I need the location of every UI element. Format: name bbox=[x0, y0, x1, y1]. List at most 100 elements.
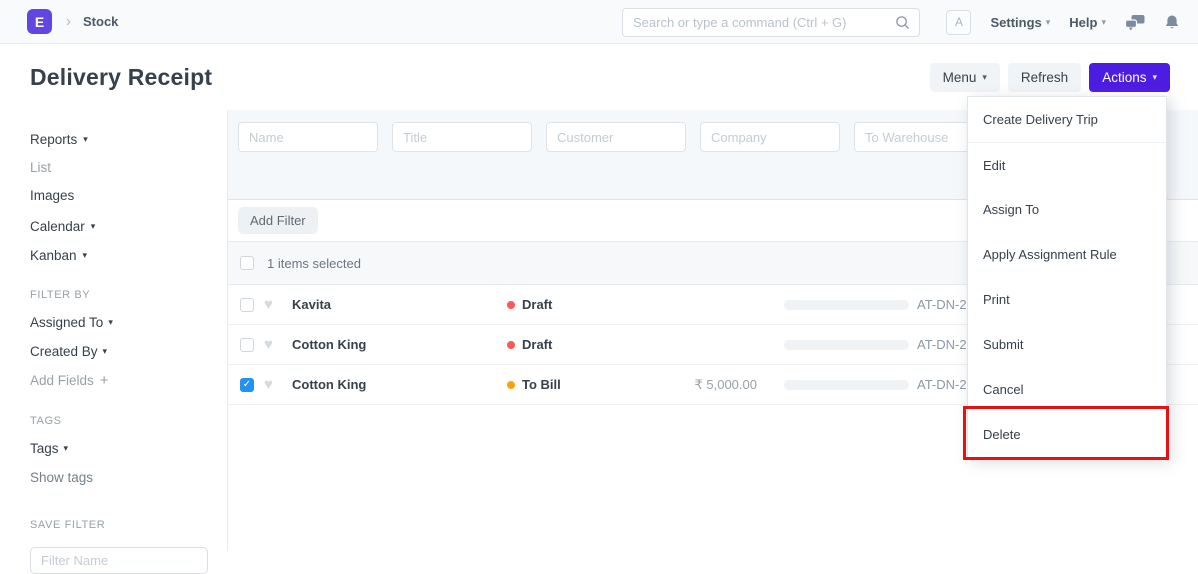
chevron-down-icon: ▾ bbox=[1045, 16, 1051, 27]
menu-item-apply-assignment-rule[interactable]: Apply Assignment Rule bbox=[968, 232, 1166, 277]
row-amount: ₹ 5,000.00 bbox=[694, 376, 758, 392]
breadcrumb[interactable]: Stock bbox=[83, 14, 118, 29]
menu-item-delete[interactable]: Delete bbox=[968, 412, 1166, 457]
list-label: List bbox=[30, 160, 52, 175]
actions-button-label: Actions bbox=[1102, 70, 1147, 85]
progress-bar[interactable] bbox=[784, 339, 909, 350]
status-dot-icon bbox=[507, 300, 515, 309]
tags-section-label: TAGS bbox=[30, 415, 62, 427]
chevron-down-icon: ▾ bbox=[63, 443, 69, 453]
menu-item-submit[interactable]: Submit bbox=[968, 322, 1166, 367]
global-search[interactable] bbox=[622, 8, 920, 37]
add-fields-label: Add Fields bbox=[30, 373, 94, 388]
row-checkbox[interactable]: ✓ bbox=[240, 377, 254, 392]
kanban-label: Kanban bbox=[30, 248, 77, 263]
menu-item-print[interactable]: Print bbox=[968, 277, 1166, 322]
chevron-down-icon: ▾ bbox=[90, 221, 96, 231]
menu-item-create-delivery-trip[interactable]: Create Delivery Trip bbox=[968, 97, 1166, 142]
status-label: Draft bbox=[522, 337, 553, 352]
sidebar-item-show-tags[interactable]: Show tags bbox=[30, 470, 227, 485]
refresh-button-label: Refresh bbox=[1020, 70, 1069, 85]
calendar-label: Calendar bbox=[30, 219, 85, 234]
search-icon bbox=[895, 15, 910, 30]
status-badge: Draft bbox=[507, 337, 687, 352]
actions-button[interactable]: Actions ▾ bbox=[1089, 63, 1170, 92]
search-input[interactable] bbox=[623, 15, 895, 30]
settings-label: Settings bbox=[990, 14, 1042, 30]
status-badge: To Bill bbox=[507, 377, 687, 392]
like-heart-icon[interactable]: ♥ bbox=[264, 376, 280, 393]
chat-icon[interactable] bbox=[1125, 14, 1145, 31]
app-logo[interactable]: E bbox=[27, 9, 52, 34]
like-heart-icon[interactable]: ♥ bbox=[264, 336, 280, 353]
like-heart-icon[interactable]: ♥ bbox=[264, 296, 280, 313]
plus-icon: + bbox=[99, 372, 109, 389]
avatar[interactable]: A bbox=[946, 9, 972, 35]
actions-dropdown-menu: Create Delivery Trip Edit Assign To Appl… bbox=[967, 96, 1167, 458]
filter-input-company[interactable] bbox=[700, 122, 840, 152]
sidebar-item-kanban[interactable]: Kanban ▾ bbox=[30, 248, 227, 263]
filter-input-name[interactable] bbox=[238, 122, 378, 152]
menu-button-label: Menu bbox=[942, 70, 977, 85]
row-checkbox[interactable] bbox=[240, 337, 254, 352]
status-label: To Bill bbox=[522, 377, 561, 392]
chevron-down-icon: ▾ bbox=[102, 346, 108, 356]
chevron-right-icon: › bbox=[66, 13, 71, 30]
images-label: Images bbox=[30, 188, 75, 203]
menu-item-cancel[interactable]: Cancel bbox=[968, 367, 1166, 412]
progress-bar[interactable] bbox=[784, 379, 909, 390]
add-filter-button[interactable]: Add Filter bbox=[238, 207, 318, 234]
chevron-down-icon: ▾ bbox=[982, 72, 987, 82]
help-label: Help bbox=[1069, 14, 1098, 30]
chevron-down-icon: ▾ bbox=[82, 250, 88, 260]
page-title: Delivery Receipt bbox=[30, 63, 213, 90]
sidebar-item-add-fields[interactable]: Add Fields + bbox=[30, 372, 227, 389]
sidebar: Reports ▾ List Images Calendar ▾ Kanban ▾ F… bbox=[0, 110, 228, 574]
status-label: Draft bbox=[522, 297, 553, 312]
chevron-down-icon: ▾ bbox=[108, 317, 113, 327]
chevron-down-icon: ▾ bbox=[83, 134, 88, 144]
reports-label: Reports bbox=[30, 132, 78, 147]
row-checkbox[interactable] bbox=[240, 297, 254, 312]
navbar: E › Stock A Settings ▾ Help ▾ bbox=[0, 0, 1198, 44]
row-title[interactable]: Cotton King bbox=[292, 377, 507, 392]
progress-bar[interactable] bbox=[784, 299, 909, 310]
row-id[interactable]: AT-DN-2 bbox=[917, 297, 967, 312]
selection-count-text: 1 items selected bbox=[267, 255, 361, 271]
chevron-down-icon: ▾ bbox=[1101, 16, 1106, 27]
save-filter-section-label: SAVE FILTER bbox=[30, 519, 106, 531]
page-actions: Menu ▾ Refresh Actions ▾ bbox=[929, 63, 1170, 92]
settings-menu[interactable]: Settings ▾ bbox=[990, 15, 1050, 30]
chevron-down-icon: ▾ bbox=[1152, 72, 1157, 82]
sidebar-item-reports[interactable]: Reports ▾ bbox=[30, 132, 227, 147]
select-all-checkbox[interactable] bbox=[240, 256, 254, 270]
row-title[interactable]: Cotton King bbox=[292, 337, 507, 352]
navbar-right: A Settings ▾ Help ▾ bbox=[946, 0, 1180, 44]
show-tags-label: Show tags bbox=[30, 470, 94, 485]
sidebar-item-created-by[interactable]: Created By ▾ bbox=[30, 344, 227, 359]
assigned-to-label: Assigned To bbox=[30, 315, 104, 330]
row-id[interactable]: AT-DN-2 bbox=[917, 337, 967, 352]
refresh-button[interactable]: Refresh bbox=[1007, 63, 1082, 92]
notifications-bell-icon[interactable] bbox=[1164, 14, 1180, 31]
tags-label: Tags bbox=[30, 441, 59, 456]
sidebar-item-assigned-to[interactable]: Assigned To ▾ bbox=[30, 315, 227, 330]
sidebar-item-images[interactable]: Images bbox=[30, 188, 227, 203]
sidebar-item-tags[interactable]: Tags ▾ bbox=[30, 441, 227, 456]
menu-button[interactable]: Menu ▾ bbox=[929, 63, 1000, 92]
sidebar-item-list[interactable]: List bbox=[30, 160, 227, 175]
status-dot-icon bbox=[507, 380, 515, 389]
row-id[interactable]: AT-DN-2 bbox=[917, 377, 967, 392]
status-dot-icon bbox=[507, 340, 515, 349]
created-by-label: Created By bbox=[30, 344, 98, 359]
sidebar-item-calendar[interactable]: Calendar ▾ bbox=[30, 219, 227, 234]
filter-by-section-label: FILTER BY bbox=[30, 289, 91, 301]
help-menu[interactable]: Help ▾ bbox=[1069, 15, 1106, 30]
row-title[interactable]: Kavita bbox=[292, 297, 507, 312]
menu-item-edit[interactable]: Edit bbox=[968, 142, 1166, 187]
menu-item-assign-to[interactable]: Assign To bbox=[968, 187, 1166, 232]
filter-input-customer[interactable] bbox=[546, 122, 686, 152]
filter-name-input[interactable] bbox=[30, 547, 208, 574]
filter-input-title[interactable] bbox=[392, 122, 532, 152]
status-badge: Draft bbox=[507, 297, 687, 312]
